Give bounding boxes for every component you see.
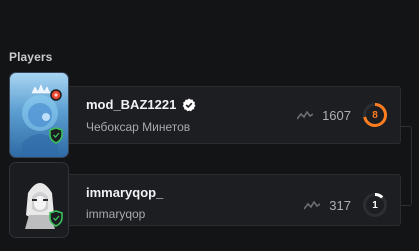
player-name-line[interactable]: mod_BAZ1221 — [86, 97, 196, 112]
level-number: 8 — [372, 109, 378, 121]
team-connector — [400, 126, 412, 206]
avatar[interactable] — [9, 162, 69, 238]
trend-icon — [297, 110, 314, 119]
shield-icon — [49, 210, 63, 227]
level-badge: 8 — [362, 102, 388, 128]
rating-value: 1607 — [322, 108, 351, 123]
verified-icon — [183, 98, 196, 111]
player-subtitle: immaryqop — [86, 207, 146, 221]
level-number: 1 — [372, 199, 378, 211]
shield-icon — [49, 127, 63, 144]
player-name[interactable]: immaryqop_ — [86, 185, 163, 200]
rating: 1607 — [297, 108, 351, 123]
level-badge: 1 — [362, 192, 388, 218]
player-row[interactable]: mod_BAZ1221 Чебоксар Минетов 1607 8 — [9, 72, 401, 158]
player-row[interactable]: immaryqop_ immaryqop 317 1 — [9, 162, 401, 238]
avatar[interactable] — [9, 72, 69, 158]
rating-value: 317 — [329, 198, 351, 213]
player-name-line[interactable]: immaryqop_ — [86, 185, 163, 200]
rating: 317 — [304, 198, 351, 213]
player-subtitle: Чебоксар Минетов — [86, 120, 191, 134]
trend-icon — [304, 200, 321, 209]
player-name[interactable]: mod_BAZ1221 — [86, 97, 176, 112]
section-title: Players — [9, 50, 53, 64]
